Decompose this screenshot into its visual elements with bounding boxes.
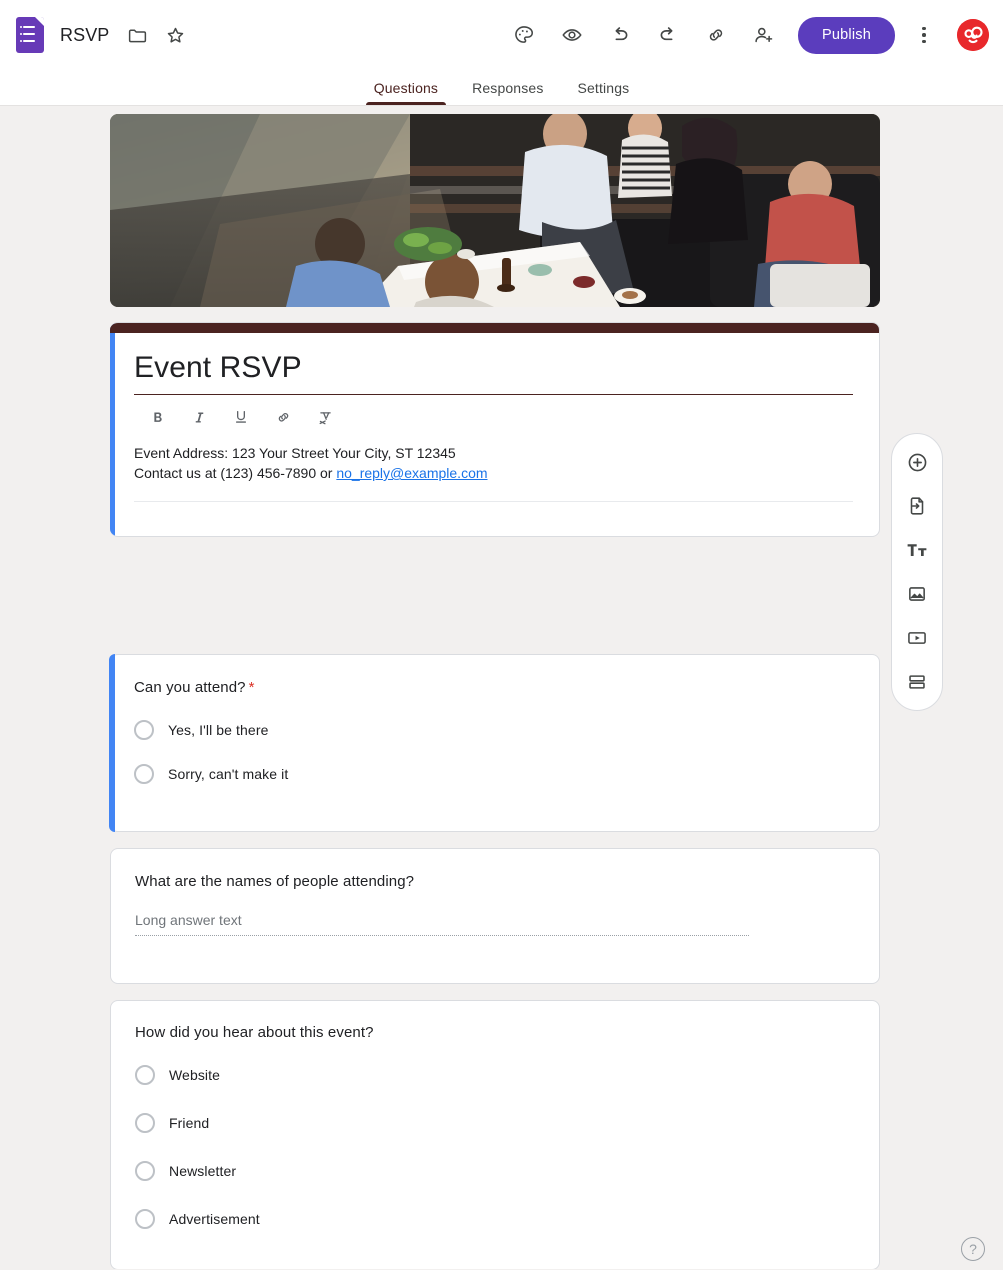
add-question-icon[interactable]	[897, 442, 937, 482]
radio-icon[interactable]	[135, 1161, 155, 1181]
app-header: RSVP Publish	[0, 0, 1003, 70]
radio-icon[interactable]	[134, 720, 154, 740]
insert-link-icon[interactable]	[270, 404, 296, 430]
question-card-names-attending[interactable]: What are the names of people attending? …	[110, 848, 880, 984]
question-card-can-you-attend[interactable]: Can you attend? * Yes, I'll be there Sorr…	[109, 654, 880, 832]
tab-questions[interactable]: Questions	[360, 70, 452, 105]
option-row[interactable]: Sorry, can't make it	[134, 764, 853, 784]
add-section-icon[interactable]	[897, 662, 937, 702]
question-title[interactable]: What are the names of people attending?	[135, 873, 853, 890]
redo-icon[interactable]	[650, 17, 686, 53]
option-label: Newsletter	[169, 1163, 237, 1179]
radio-icon[interactable]	[135, 1065, 155, 1085]
header-banner-image[interactable]	[110, 114, 880, 307]
question-title-text: Can you attend?	[134, 679, 246, 696]
option-row[interactable]: Website	[135, 1065, 853, 1085]
long-answer-placeholder: Long answer text	[135, 912, 242, 928]
add-title-description-icon[interactable]	[897, 530, 937, 570]
description-line-2: Contact us at (123) 456-7890 or	[134, 465, 337, 481]
option-row[interactable]: Yes, I'll be there	[134, 720, 853, 740]
help-button[interactable]: ?	[961, 1237, 985, 1261]
folder-icon[interactable]	[119, 17, 155, 53]
eye-icon[interactable]	[554, 17, 590, 53]
bold-icon[interactable]	[144, 404, 170, 430]
star-icon[interactable]	[157, 17, 193, 53]
option-label: Sorry, can't make it	[168, 766, 289, 782]
option-row[interactable]: Advertisement	[135, 1209, 853, 1229]
question-title[interactable]: How did you hear about this event?	[135, 1024, 853, 1041]
option-row[interactable]: Newsletter	[135, 1161, 853, 1181]
add-video-icon[interactable]	[897, 618, 937, 658]
document-title[interactable]: RSVP	[60, 25, 109, 46]
import-questions-icon[interactable]	[897, 486, 937, 526]
option-label: Yes, I'll be there	[168, 722, 269, 738]
form-description[interactable]: Event Address: 123 Your Street Your City…	[134, 436, 853, 502]
title-actions	[119, 17, 193, 53]
form-title-input[interactable]: Event RSVP	[134, 351, 853, 395]
add-item-toolbar	[891, 433, 943, 711]
contact-email-link[interactable]: no_reply@example.com	[336, 465, 487, 481]
add-person-icon[interactable]	[746, 17, 782, 53]
option-label: Friend	[169, 1115, 210, 1131]
italic-icon[interactable]	[186, 404, 212, 430]
clear-formatting-icon[interactable]	[312, 404, 338, 430]
avatar[interactable]	[957, 19, 989, 51]
palette-icon[interactable]	[506, 17, 542, 53]
theme-color-bar	[110, 323, 879, 333]
header-actions: Publish	[506, 16, 989, 54]
form-tabs: Questions Responses Settings	[0, 70, 1003, 106]
description-line-1: Event Address: 123 Your Street Your City…	[134, 445, 456, 461]
publish-button[interactable]: Publish	[798, 16, 895, 54]
kebab-menu-icon[interactable]	[907, 18, 941, 52]
form-title-card[interactable]: Event RSVP Event Address: 123 Your Stree…	[110, 322, 880, 537]
option-label: Advertisement	[169, 1211, 260, 1227]
radio-icon[interactable]	[135, 1209, 155, 1229]
google-forms-icon[interactable]	[16, 17, 44, 53]
tab-responses[interactable]: Responses	[458, 70, 557, 105]
add-image-icon[interactable]	[897, 574, 937, 614]
radio-icon[interactable]	[135, 1113, 155, 1133]
undo-icon[interactable]	[602, 17, 638, 53]
option-row[interactable]: Friend	[135, 1113, 853, 1133]
required-asterisk: *	[248, 679, 255, 696]
text-format-toolbar	[134, 395, 853, 436]
underline-icon[interactable]	[228, 404, 254, 430]
link-icon[interactable]	[698, 17, 734, 53]
option-label: Website	[169, 1067, 221, 1083]
tab-settings[interactable]: Settings	[564, 70, 644, 105]
question-title[interactable]: Can you attend? *	[134, 679, 853, 696]
form-canvas: Event RSVP Event Address: 123 Your Stree…	[0, 106, 1003, 1269]
radio-icon[interactable]	[134, 764, 154, 784]
question-card-how-did-you-hear[interactable]: How did you hear about this event? Websi…	[110, 1000, 880, 1269]
